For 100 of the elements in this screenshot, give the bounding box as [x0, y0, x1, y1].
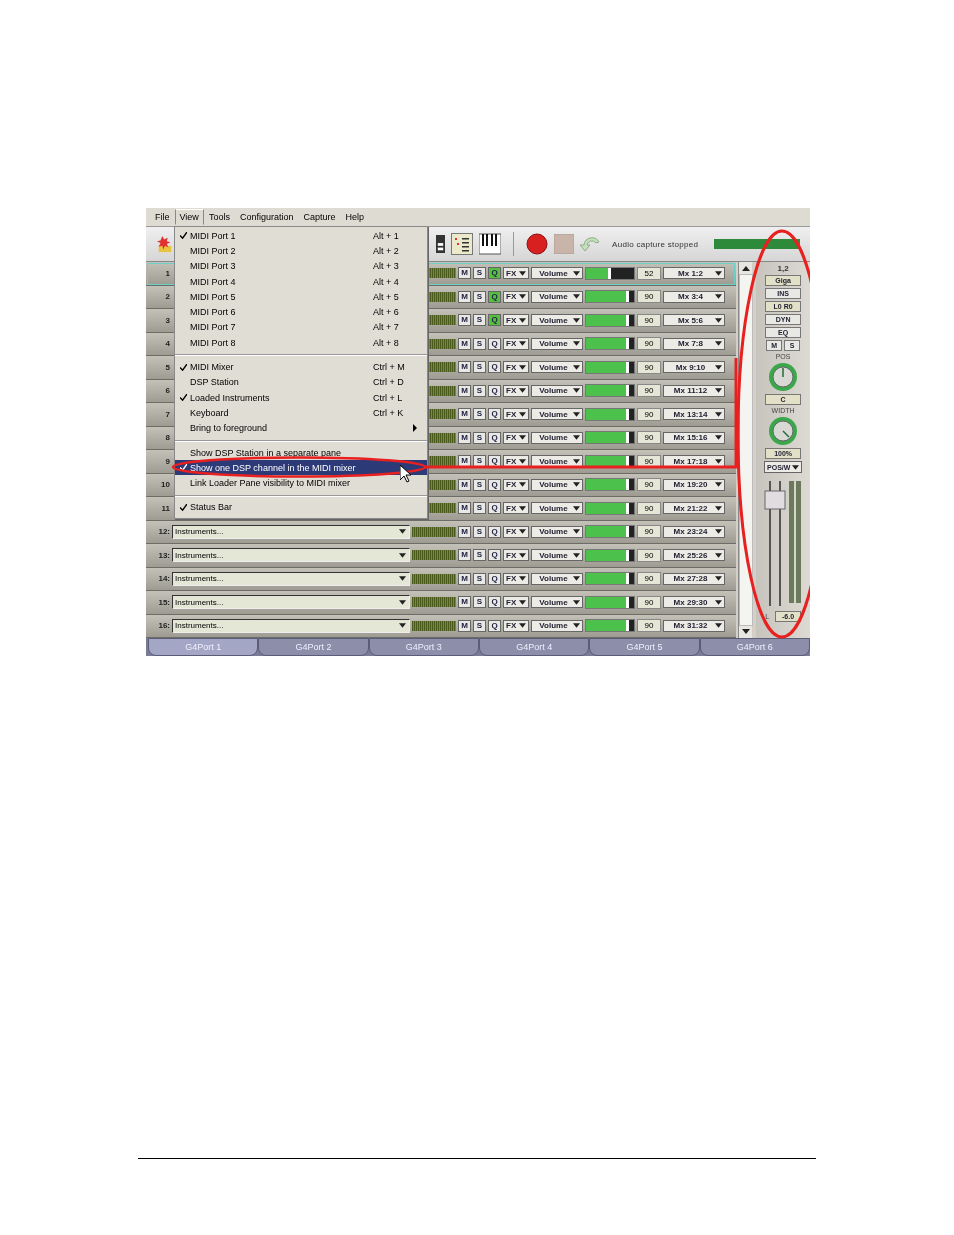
output-dropdown[interactable]: Mx 13:14 — [663, 408, 725, 421]
output-dropdown[interactable]: Mx 1:2 — [663, 267, 725, 280]
control-dropdown[interactable]: Volume — [531, 431, 583, 444]
output-dropdown[interactable]: Mx 9:10 — [663, 361, 725, 374]
mute-button[interactable]: M — [458, 596, 471, 609]
volume-slider[interactable] — [586, 573, 630, 585]
solo-button[interactable]: S — [473, 596, 486, 609]
knob[interactable] — [768, 362, 799, 392]
volume-slider[interactable] — [586, 620, 630, 632]
instrument-dropdown[interactable]: Instruments... — [172, 571, 410, 586]
channel-row[interactable]: 12: Instruments... M S Q FX Volume 90 Mx 23:24 — [146, 520, 737, 544]
menu-item[interactable]: Loaded Instruments Ctrl + L — [175, 389, 427, 406]
output-dropdown[interactable]: Mx 31:32 — [663, 619, 725, 632]
menu-item[interactable]: MIDI Mixer Ctrl + M — [175, 359, 427, 375]
q-button[interactable]: Q — [488, 596, 501, 609]
volume-slider[interactable] — [586, 361, 630, 373]
q-button[interactable]: Q — [488, 337, 501, 350]
volume-slider[interactable] — [586, 267, 611, 279]
control-dropdown[interactable]: Volume — [531, 572, 583, 585]
solo-button[interactable]: S — [473, 267, 486, 280]
fx-dropdown[interactable]: FX — [503, 525, 529, 538]
output-dropdown[interactable]: Mx 17:18 — [663, 455, 725, 468]
mute-button[interactable]: M — [458, 478, 471, 491]
q-button[interactable]: Q — [488, 267, 501, 280]
solo-button[interactable]: S — [473, 361, 486, 374]
menu-item[interactable]: MIDI Port 2 Alt + 2 — [175, 243, 427, 259]
scroll-down-icon[interactable] — [741, 629, 750, 634]
fx-dropdown[interactable]: FX — [503, 502, 529, 515]
fx-dropdown[interactable]: FX — [503, 361, 529, 374]
output-dropdown[interactable]: Mx 27:28 — [663, 572, 725, 585]
fx-dropdown[interactable]: FX — [503, 384, 529, 397]
mute-button[interactable]: M — [458, 431, 471, 444]
control-dropdown[interactable]: Volume — [531, 337, 583, 350]
menu-item[interactable]: MIDI Port 1 Alt + 1 — [175, 228, 427, 244]
instrument-dropdown[interactable]: Instruments... — [172, 548, 410, 563]
menu-item[interactable]: Help — [340, 209, 369, 225]
q-button[interactable]: Q — [488, 384, 501, 397]
fx-dropdown[interactable]: FX — [503, 431, 529, 444]
solo-button[interactable]: S — [473, 549, 486, 562]
output-dropdown[interactable]: Mx 3:4 — [663, 290, 725, 303]
q-button[interactable]: Q — [488, 408, 501, 421]
solo-button[interactable]: S — [473, 408, 486, 421]
solo-button[interactable]: S — [473, 478, 486, 491]
solo-button[interactable]: S — [473, 290, 486, 303]
solo-button[interactable]: S — [473, 502, 486, 515]
volume-slider[interactable] — [586, 455, 630, 467]
mute-button[interactable]: M — [458, 619, 471, 632]
output-dropdown[interactable]: Mx 11:12 — [663, 384, 725, 397]
q-button[interactable]: Q — [488, 290, 501, 303]
fx-dropdown[interactable]: FX — [503, 314, 529, 327]
menu-item[interactable]: Configuration — [234, 209, 299, 225]
mute-button[interactable]: M — [458, 408, 471, 421]
menu-item[interactable]: MIDI Port 8 Alt + 8 — [175, 335, 427, 351]
mute-button[interactable]: M — [458, 455, 471, 468]
control-dropdown[interactable]: Volume — [531, 361, 583, 374]
control-dropdown[interactable]: Volume — [531, 502, 583, 515]
new-icon[interactable] — [156, 234, 174, 254]
fx-dropdown[interactable]: FX — [503, 596, 529, 609]
mute-button[interactable]: M — [458, 267, 471, 280]
control-dropdown[interactable]: Volume — [531, 314, 583, 327]
menu-item[interactable]: Tools — [203, 209, 235, 225]
instrument-dropdown[interactable]: Instruments... — [172, 524, 410, 539]
list-view-icon[interactable] — [451, 233, 473, 255]
output-dropdown[interactable]: Mx 5:6 — [663, 314, 725, 327]
channel-row[interactable]: 15: Instruments... M S Q FX Volume 90 Mx 29:30 — [146, 591, 737, 615]
q-button[interactable]: Q — [488, 502, 501, 515]
mute-button[interactable]: M — [458, 290, 471, 303]
solo-button[interactable]: S — [473, 525, 486, 538]
q-button[interactable]: Q — [488, 478, 501, 491]
menu-item[interactable]: Keyboard Ctrl + K — [175, 405, 427, 421]
record-button[interactable] — [526, 233, 548, 255]
scroll-up-icon[interactable] — [741, 266, 750, 271]
output-dropdown[interactable]: Mx 15:16 — [663, 431, 725, 444]
volume-slider[interactable] — [586, 432, 630, 444]
control-dropdown[interactable]: Volume — [531, 408, 583, 421]
q-button[interactable]: Q — [488, 525, 501, 538]
solo-button[interactable]: S — [473, 337, 486, 350]
volume-slider[interactable] — [586, 385, 630, 397]
menu-item[interactable]: MIDI Port 5 Alt + 5 — [175, 289, 427, 305]
q-button[interactable]: Q — [488, 314, 501, 327]
fx-dropdown[interactable]: FX — [503, 572, 529, 585]
volume-slider[interactable] — [586, 338, 630, 350]
volume-slider[interactable] — [586, 314, 630, 326]
fx-dropdown[interactable]: FX — [503, 478, 529, 491]
control-dropdown[interactable]: Volume — [531, 290, 583, 303]
output-dropdown[interactable]: Mx 7:8 — [663, 337, 725, 350]
control-dropdown[interactable]: Volume — [531, 619, 583, 632]
solo-button[interactable]: S — [473, 431, 486, 444]
menu-item[interactable]: File — [150, 209, 175, 225]
fx-dropdown[interactable]: FX — [503, 408, 529, 421]
q-button[interactable]: Q — [488, 549, 501, 562]
mute-button[interactable]: M — [458, 525, 471, 538]
output-dropdown[interactable]: Mx 25:26 — [663, 549, 725, 562]
menu-item[interactable]: View — [174, 209, 204, 225]
fader-drawing[interactable] — [763, 479, 804, 609]
control-dropdown[interactable]: Volume — [531, 525, 583, 538]
mute-button[interactable]: M — [458, 314, 471, 327]
fx-dropdown[interactable]: FX — [503, 290, 529, 303]
mute-button[interactable]: M — [458, 337, 471, 350]
q-button[interactable]: Q — [488, 455, 501, 468]
